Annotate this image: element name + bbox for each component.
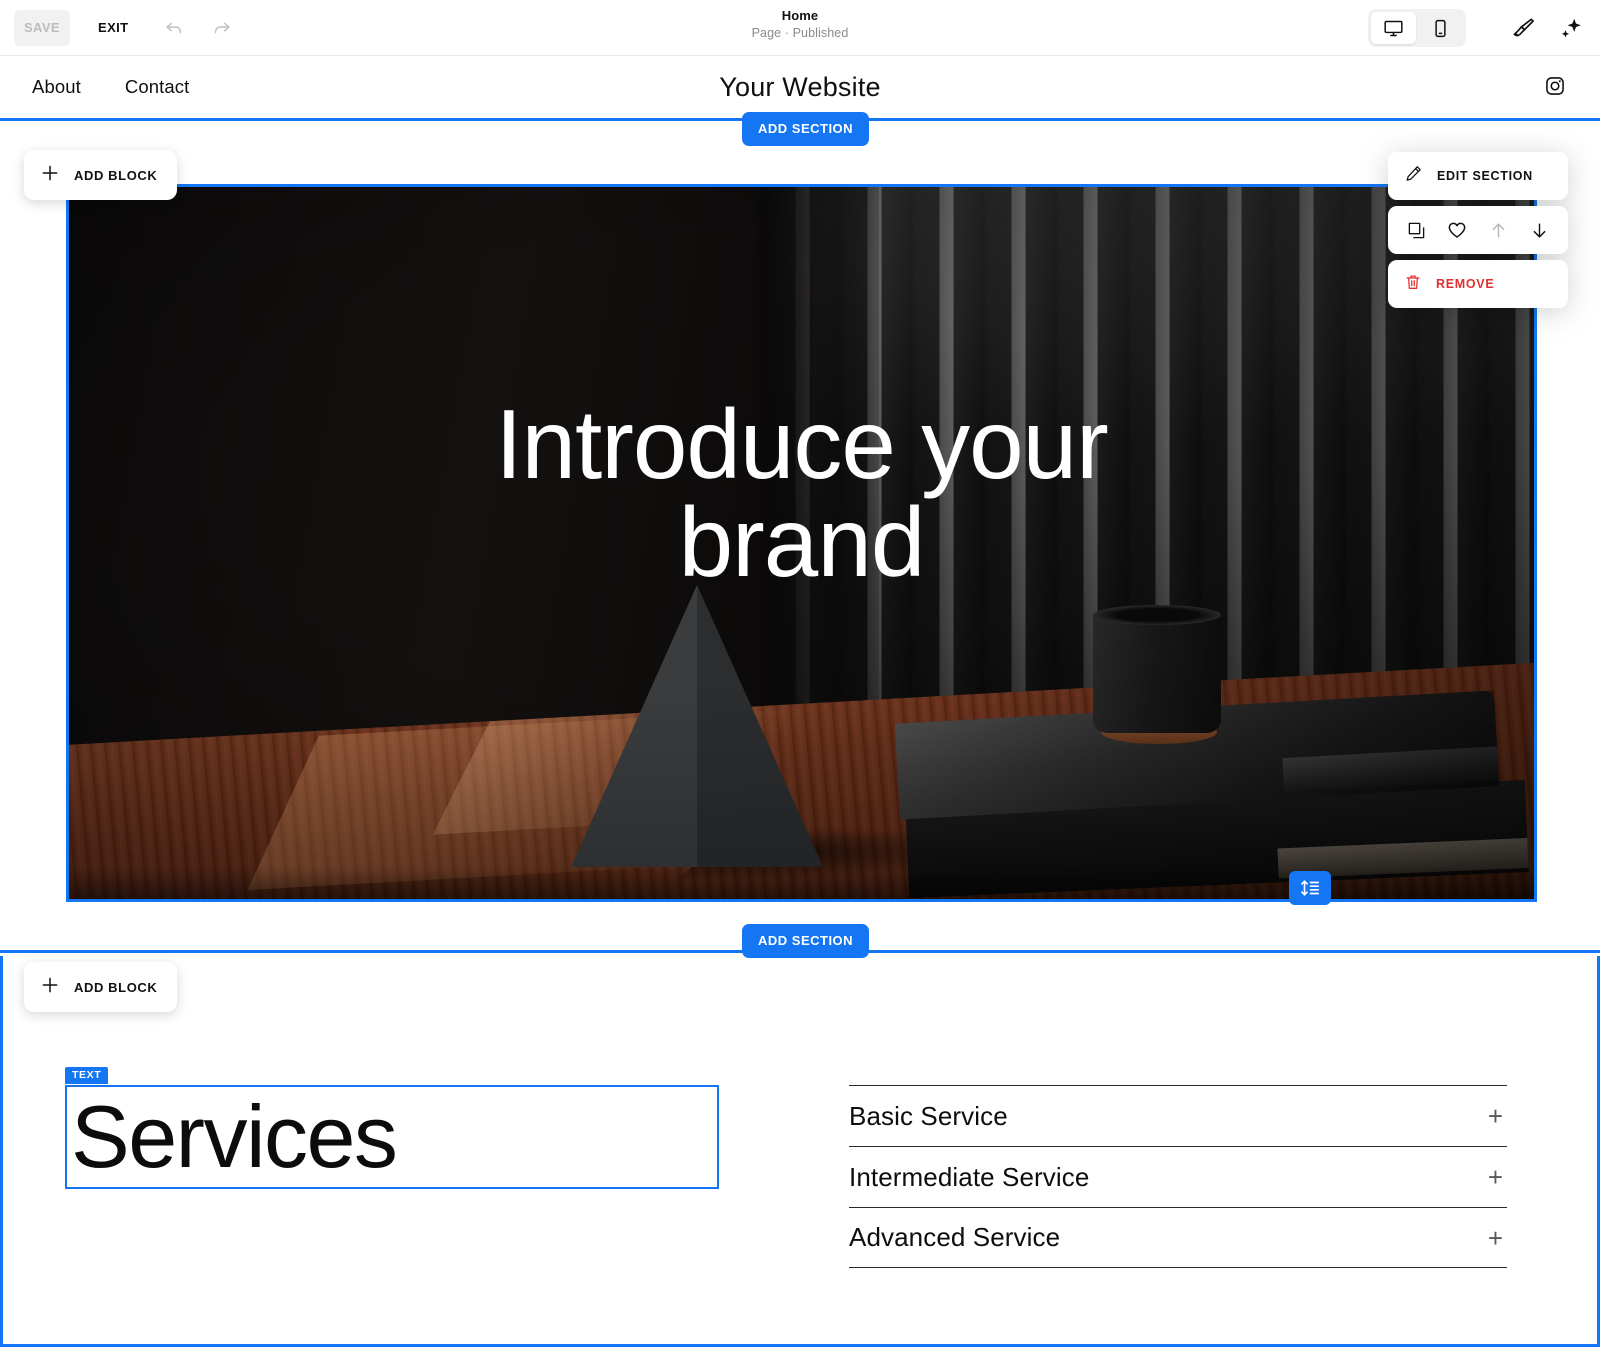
arrow-up-icon[interactable] [1487, 218, 1511, 242]
nav-item-contact[interactable]: Contact [125, 76, 189, 98]
toolbar-right [1368, 0, 1584, 56]
site-nav: About Contact [32, 76, 189, 98]
remove-section-button[interactable]: REMOVE [1388, 260, 1568, 308]
remove-section-card: REMOVE [1388, 260, 1568, 308]
accordion-row[interactable]: Basic Service + [849, 1085, 1507, 1146]
add-block-label: ADD BLOCK [74, 979, 158, 995]
device-switcher [1368, 9, 1466, 47]
add-section-button-middle[interactable]: ADD SECTION [742, 924, 870, 958]
accordion-label: Advanced Service [849, 1222, 1061, 1252]
instagram-icon[interactable] [1544, 75, 1566, 102]
section-action-icons [1388, 206, 1568, 254]
edit-section-button[interactable]: EDIT SECTION [1388, 152, 1568, 200]
section-tools-panel: EDIT SECTION REMOVE [1388, 152, 1568, 308]
nav-item-about[interactable]: About [32, 76, 81, 98]
website-builder-screen: SAVE EXIT Home Page · Published About Co… [0, 0, 1600, 1347]
adjust-height-icon[interactable] [1289, 871, 1331, 905]
edit-section-card: EDIT SECTION [1388, 152, 1568, 200]
heart-icon[interactable] [1445, 218, 1469, 242]
mobile-icon[interactable] [1418, 12, 1463, 44]
plus-icon [40, 163, 60, 188]
history-controls [161, 15, 235, 41]
text-block-wrapper[interactable]: TEXT Services [65, 1067, 719, 1189]
save-button[interactable]: SAVE [14, 9, 70, 46]
section-hero[interactable]: Introduce your brand [0, 118, 1600, 953]
accordion-row[interactable]: Advanced Service + [849, 1207, 1507, 1268]
paintbrush-icon[interactable] [1510, 15, 1536, 41]
add-block-button-hero[interactable]: ADD BLOCK [24, 150, 178, 200]
text-block-selection[interactable]: Services [65, 1085, 719, 1189]
sparkle-icon[interactable] [1558, 15, 1584, 41]
edit-section-label: EDIT SECTION [1437, 169, 1533, 183]
accordion-row[interactable]: Intermediate Service + [849, 1146, 1507, 1207]
exit-button[interactable]: EXIT [88, 10, 139, 46]
services-accordion: Basic Service + Intermediate Service + A… [849, 1085, 1507, 1268]
plus-icon [40, 975, 60, 1000]
plus-icon[interactable]: + [1488, 1103, 1507, 1129]
hero-heading: Introduce your brand [495, 389, 1108, 597]
services-heading: Services [71, 1087, 398, 1186]
duplicate-icon[interactable] [1404, 218, 1428, 242]
plus-icon[interactable]: + [1488, 1225, 1507, 1251]
accordion-label: Basic Service [849, 1100, 1008, 1131]
add-section-button-top[interactable]: ADD SECTION [742, 112, 870, 146]
site-header: About Contact Your Website [0, 56, 1600, 118]
plus-icon[interactable]: + [1488, 1164, 1507, 1190]
page-title: Home [781, 8, 819, 23]
hero-block-selection[interactable]: Introduce your brand [66, 184, 1537, 902]
remove-section-label: REMOVE [1436, 277, 1495, 291]
section-actions-card [1388, 206, 1568, 254]
add-block-label: ADD BLOCK [74, 167, 158, 183]
pencil-icon [1404, 164, 1423, 188]
trash-icon [1404, 273, 1422, 296]
block-type-badge: TEXT [65, 1067, 109, 1084]
page-info: Home Page · Published [0, 8, 1600, 40]
arrow-down-icon[interactable] [1528, 218, 1552, 242]
desktop-icon[interactable] [1371, 12, 1416, 44]
services-content: TEXT Services Basic Service + Intermedia… [3, 1067, 1597, 1268]
editor-toolbar: SAVE EXIT Home Page · Published [0, 0, 1600, 56]
undo-icon[interactable] [161, 15, 187, 41]
add-block-button-services[interactable]: ADD BLOCK [24, 962, 178, 1012]
page-status: Page · Published [751, 26, 849, 40]
accordion-label: Intermediate Service [849, 1161, 1090, 1192]
site-logo: Your Website [719, 71, 881, 102]
redo-icon[interactable] [209, 15, 235, 41]
section-services[interactable]: TEXT Services Basic Service + Intermedia… [0, 956, 1600, 1347]
